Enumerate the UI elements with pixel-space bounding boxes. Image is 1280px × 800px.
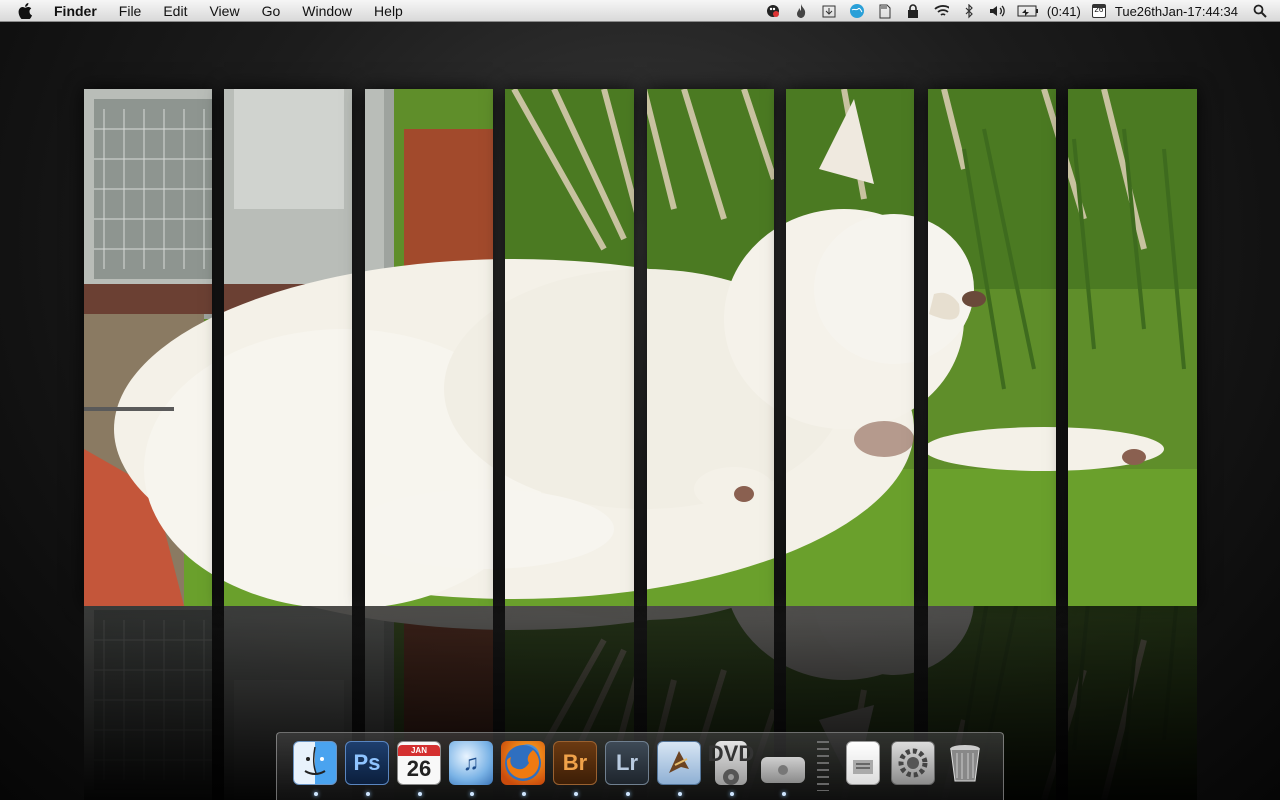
spotlight-icon[interactable]: [1252, 3, 1268, 19]
running-indicator: [626, 792, 630, 796]
dvd-label: DVD: [707, 741, 755, 766]
globe-icon[interactable]: [849, 3, 865, 19]
sd-card-icon[interactable]: [877, 3, 893, 19]
wallpaper-strip: [647, 89, 774, 606]
bridge-icon: Br: [553, 741, 597, 785]
menu-app-name[interactable]: Finder: [54, 0, 97, 22]
menu-window[interactable]: Window: [302, 0, 352, 22]
firefox-icon: [501, 741, 545, 785]
disk-icon: [761, 757, 805, 783]
volume-icon[interactable]: [989, 3, 1005, 19]
dock-item-disk[interactable]: [761, 741, 807, 796]
dock-item-finder[interactable]: [293, 741, 339, 796]
dock-item-documents[interactable]: [841, 741, 887, 787]
dock-separator: [817, 741, 829, 791]
dvd-player-icon: DVD: [708, 741, 754, 785]
calendar-month: JAN: [398, 744, 440, 756]
menu-go[interactable]: Go: [262, 0, 281, 22]
lightroom-icon: Lr: [605, 741, 649, 785]
dock: Ps JAN 26 ♫ Br Lr DVD: [276, 732, 1004, 800]
download-icon[interactable]: [821, 3, 837, 19]
wallpaper-strip: [928, 89, 1056, 606]
wallpaper-strip: [224, 89, 352, 606]
status-area: (0:41) 26 Tue26thJan-17:44:34: [759, 0, 1280, 22]
trash-icon: [943, 741, 987, 785]
finder-icon: [293, 741, 337, 785]
wallpaper-strip: [365, 89, 493, 606]
running-indicator: [314, 792, 318, 796]
wallpaper-strip: [84, 89, 212, 606]
calendar-date: 26: [406, 755, 432, 781]
menu-bar: Finder File Edit View Go Window Help (0:…: [0, 0, 1280, 22]
calendar-icon: JAN 26: [397, 741, 441, 785]
menu-edit[interactable]: Edit: [163, 0, 187, 22]
running-indicator: [574, 792, 578, 796]
bluetooth-icon[interactable]: [961, 3, 977, 19]
wallpaper-strips: [84, 89, 1197, 606]
wallpaper-strip: [786, 89, 914, 606]
menu-help[interactable]: Help: [374, 0, 403, 22]
itunes-icon: ♫: [449, 741, 493, 785]
wifi-icon[interactable]: [933, 3, 949, 19]
menu-file[interactable]: File: [119, 0, 142, 22]
menu-clock[interactable]: Tue26thJan-17:44:34: [1115, 4, 1238, 19]
dock-item-firefox[interactable]: [501, 741, 547, 796]
wallpaper-strip: [1068, 89, 1197, 606]
mail-icon: [657, 741, 701, 785]
dock-item-lightroom[interactable]: Lr: [605, 741, 651, 796]
running-indicator: [782, 792, 786, 796]
system-preferences-icon: [891, 741, 935, 785]
dock-item-itunes[interactable]: ♫: [449, 741, 495, 796]
lock-icon[interactable]: [905, 3, 921, 19]
photoshop-icon: Ps: [345, 741, 389, 785]
growl-icon[interactable]: [765, 3, 781, 19]
running-indicator: [678, 792, 682, 796]
documents-icon: [846, 741, 880, 785]
running-indicator: [730, 792, 734, 796]
calendar-day: 26: [1091, 4, 1106, 18]
battery-time[interactable]: (0:41): [1047, 4, 1081, 19]
wallpaper-strip: [505, 89, 634, 606]
dock-item-bridge[interactable]: Br: [553, 741, 599, 796]
running-indicator: [522, 792, 526, 796]
dock-item-photoshop[interactable]: Ps: [345, 741, 391, 796]
flame-icon[interactable]: [793, 3, 809, 19]
apple-icon[interactable]: [18, 2, 36, 19]
dock-item-mail[interactable]: [657, 741, 703, 796]
menu-view[interactable]: View: [209, 0, 239, 22]
dock-item-ical[interactable]: JAN 26: [397, 741, 443, 796]
running-indicator: [366, 792, 370, 796]
running-indicator: [470, 792, 474, 796]
calendar-menu-icon[interactable]: 26: [1091, 3, 1107, 19]
dock-item-dvd-player[interactable]: DVD: [708, 741, 755, 796]
dock-item-system-preferences[interactable]: [891, 741, 937, 787]
dock-item-trash[interactable]: [943, 741, 989, 787]
running-indicator: [418, 792, 422, 796]
battery-icon[interactable]: [1017, 3, 1039, 19]
